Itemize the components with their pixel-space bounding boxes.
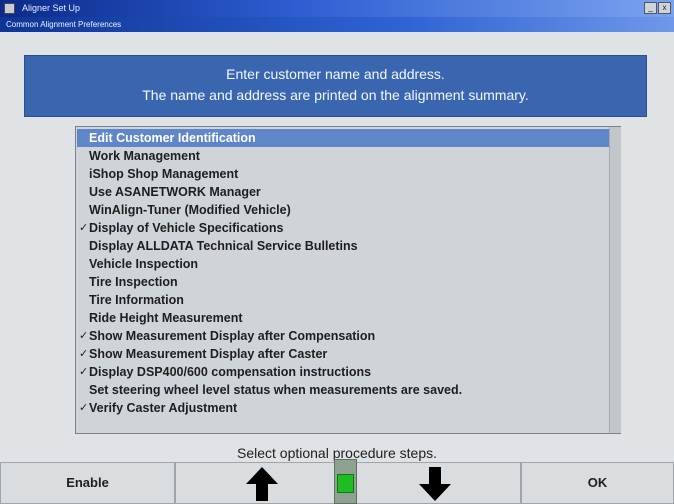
list-item-label: Display DSP400/600 compensation instruct… xyxy=(89,365,372,379)
checkmark-icon: ✓ xyxy=(79,330,89,342)
checkmark-icon: ✓ xyxy=(79,402,89,414)
procedure-options-list[interactable]: Edit Customer Identification Work Managem… xyxy=(75,126,621,434)
list-item[interactable]: Display ALLDATA Technical Service Bullet… xyxy=(77,237,609,255)
list-item[interactable]: WinAlign-Tuner (Modified Vehicle) xyxy=(77,201,609,219)
scroll-up-button[interactable] xyxy=(175,462,347,504)
list-item[interactable]: Vehicle Inspection xyxy=(77,255,609,273)
level-indicator xyxy=(334,459,357,504)
up-arrow-icon xyxy=(246,467,278,501)
list-item[interactable]: Tire Information xyxy=(77,291,609,309)
close-button[interactable]: x xyxy=(658,2,671,14)
enable-button[interactable]: Enable xyxy=(0,462,175,504)
list-item[interactable]: Edit Customer Identification xyxy=(77,129,609,147)
aligner-setup-window: Aligner Set Up _ x Common Alignment Pref… xyxy=(0,0,674,504)
checkmark-icon: ✓ xyxy=(79,348,89,360)
list-item[interactable]: ✓ Display of Vehicle Specifications xyxy=(77,219,609,237)
list-item-label: Verify Caster Adjustment xyxy=(89,401,238,415)
checkmark-icon: ✓ xyxy=(79,366,89,378)
window-title: Aligner Set Up xyxy=(22,3,81,13)
list-item-label: Ride Height Measurement xyxy=(89,311,243,325)
app-icon xyxy=(4,3,15,14)
instruction-panel: Enter customer name and address. The nam… xyxy=(24,55,647,117)
list-item[interactable]: Set steering wheel level status when mea… xyxy=(77,381,609,399)
list-item-label: Tire Information xyxy=(89,293,184,307)
list-item-label: Vehicle Inspection xyxy=(89,257,199,271)
list-scrollbar[interactable] xyxy=(609,127,621,433)
instruction-line-2: The name and address are printed on the … xyxy=(142,87,529,103)
minimize-button[interactable]: _ xyxy=(644,2,657,14)
list-item-label: Work Management xyxy=(89,149,200,163)
list-item-label: WinAlign-Tuner (Modified Vehicle) xyxy=(89,203,291,217)
list-item-label: Show Measurement Display after Caster xyxy=(89,347,328,361)
title-bar[interactable]: Aligner Set Up _ x xyxy=(0,0,674,17)
list-item-label: Tire Inspection xyxy=(89,275,178,289)
list-item-label: Edit Customer Identification xyxy=(89,131,256,145)
list-item-label: Use ASANETWORK Manager xyxy=(89,185,261,199)
list-item[interactable]: iShop Shop Management xyxy=(77,165,609,183)
list-item[interactable]: ✓ Show Measurement Display after Caster xyxy=(77,345,609,363)
list-item-label: Display of Vehicle Specifications xyxy=(89,221,284,235)
dialog-title-bar: Common Alignment Preferences xyxy=(0,17,674,32)
down-arrow-icon xyxy=(419,467,451,501)
enable-button-label: Enable xyxy=(66,475,109,490)
list-item-label: iShop Shop Management xyxy=(89,167,239,181)
list-item-label: Display ALLDATA Technical Service Bullet… xyxy=(89,239,358,253)
list-item[interactable]: ✓ Show Measurement Display after Compensa… xyxy=(77,327,609,345)
ok-button-label: OK xyxy=(587,475,608,490)
level-indicator-light xyxy=(337,474,354,493)
ok-button[interactable]: OK xyxy=(521,462,674,504)
list-item[interactable]: Use ASANETWORK Manager xyxy=(77,183,609,201)
list-item[interactable]: ✓ Verify Caster Adjustment xyxy=(77,399,609,417)
dialog-title: Common Alignment Preferences xyxy=(6,20,122,29)
checkmark-icon: ✓ xyxy=(79,222,89,234)
list-item[interactable]: ✓ Display DSP400/600 compensation instruc… xyxy=(77,363,609,381)
scroll-down-button[interactable] xyxy=(347,462,521,504)
list-item[interactable]: Ride Height Measurement xyxy=(77,309,609,327)
instruction-line-1: Enter customer name and address. xyxy=(226,66,445,82)
list-item-label: Show Measurement Display after Compensat… xyxy=(89,329,376,343)
list-item[interactable]: Tire Inspection xyxy=(77,273,609,291)
list-item[interactable]: Work Management xyxy=(77,147,609,165)
list-item-label: Set steering wheel level status when mea… xyxy=(89,383,463,397)
